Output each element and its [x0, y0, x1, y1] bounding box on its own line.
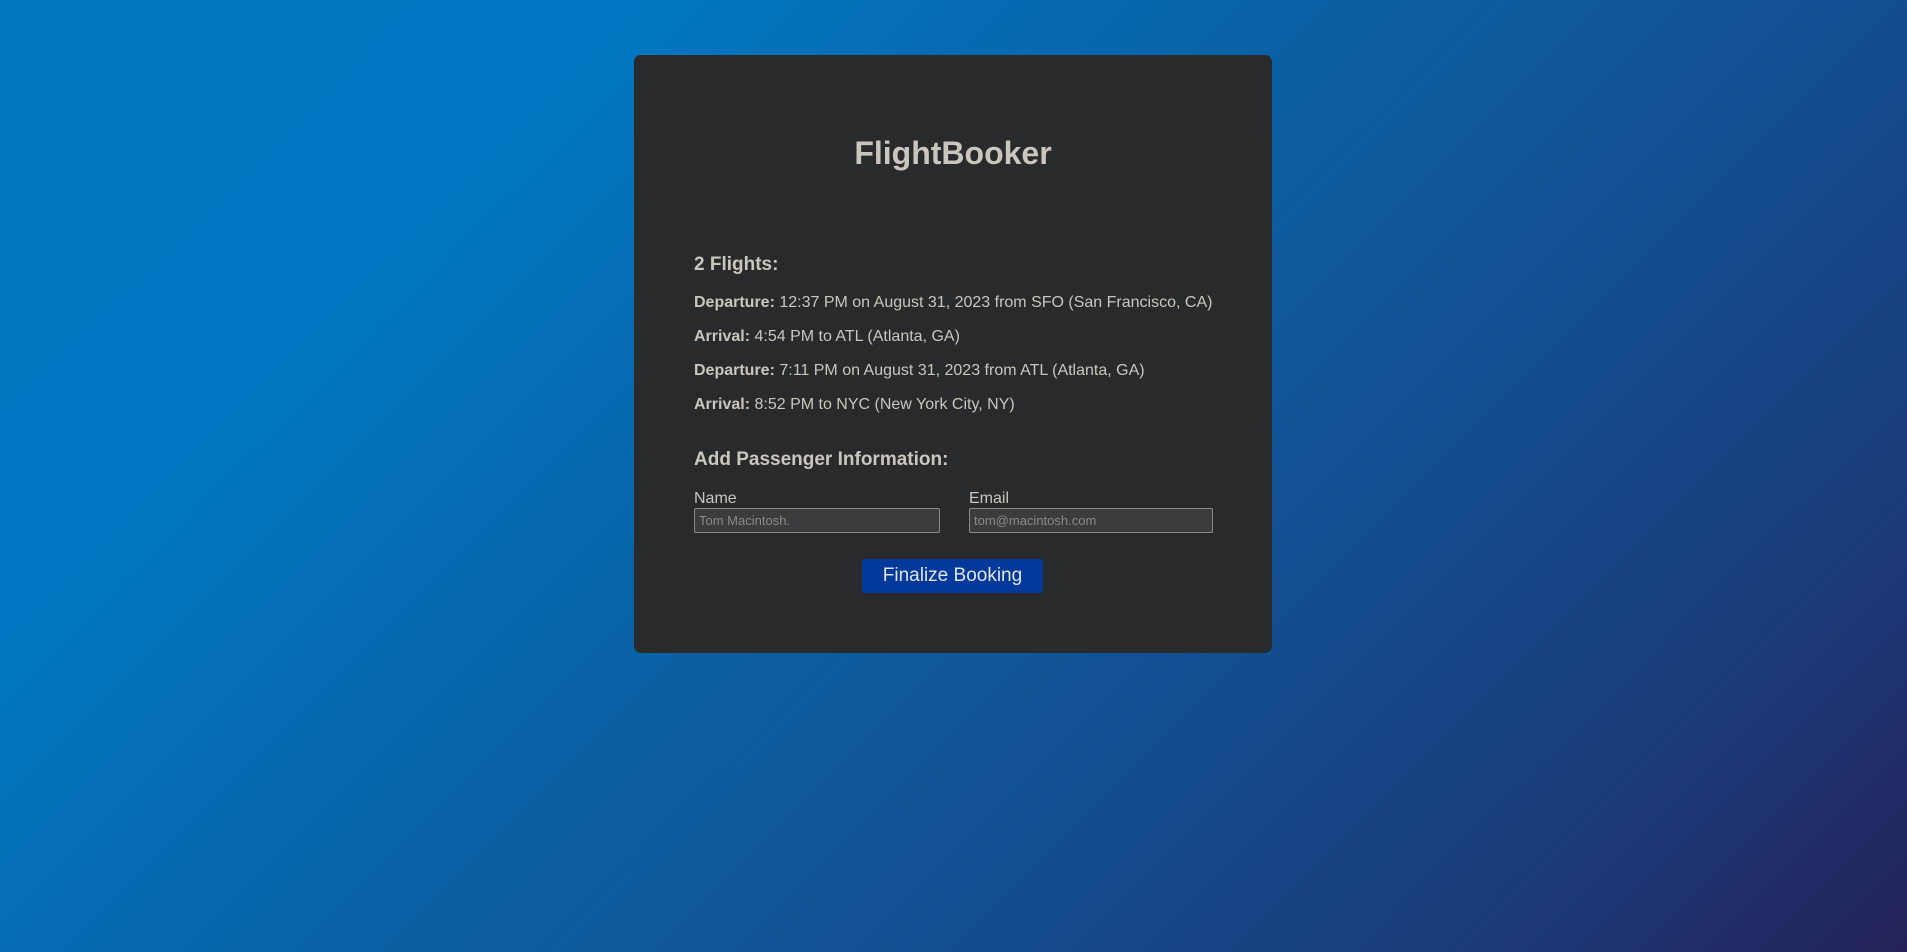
email-input[interactable]: [969, 508, 1213, 533]
flight-leg: Departure: 12:37 PM on August 31, 2023 f…: [694, 293, 1212, 327]
flight-leg-details: 7:11 PM on August 31, 2023 from ATL (Atl…: [774, 362, 1145, 379]
app-title: FlightBooker: [854, 135, 1052, 171]
flight-leg-label: Arrival:: [694, 328, 751, 345]
flight-leg: Arrival: 4:54 PM to ATL (Atlanta, GA): [694, 327, 1212, 361]
finalize-booking-button[interactable]: Finalize Booking: [862, 559, 1043, 593]
flight-leg-details: 4:54 PM to ATL (Atlanta, GA): [750, 328, 960, 345]
name-input[interactable]: [694, 508, 940, 533]
booking-card: FlightBooker 2 Flights: Departure: 12:37…: [634, 55, 1272, 653]
flight-leg: Arrival: 8:52 PM to NYC (New York City, …: [694, 395, 1212, 429]
flight-leg-label: Departure:: [694, 362, 775, 379]
flight-leg-details: 8:52 PM to NYC (New York City, NY): [750, 396, 1015, 413]
flight-leg: Departure: 7:11 PM on August 31, 2023 fr…: [694, 361, 1212, 395]
flight-leg-label: Arrival:: [694, 396, 751, 413]
name-label: Name: [694, 490, 737, 507]
flight-list: Departure: 12:37 PM on August 31, 2023 f…: [694, 293, 1212, 429]
flights-heading: 2 Flights:: [694, 254, 779, 275]
email-field-group: Email: [969, 490, 1213, 533]
flight-leg-details: 12:37 PM on August 31, 2023 from SFO (Sa…: [774, 294, 1213, 311]
email-label: Email: [969, 490, 1010, 507]
flight-leg-label: Departure:: [694, 294, 775, 311]
passenger-heading: Add Passenger Information:: [694, 449, 949, 470]
name-field-group: Name: [694, 490, 940, 533]
